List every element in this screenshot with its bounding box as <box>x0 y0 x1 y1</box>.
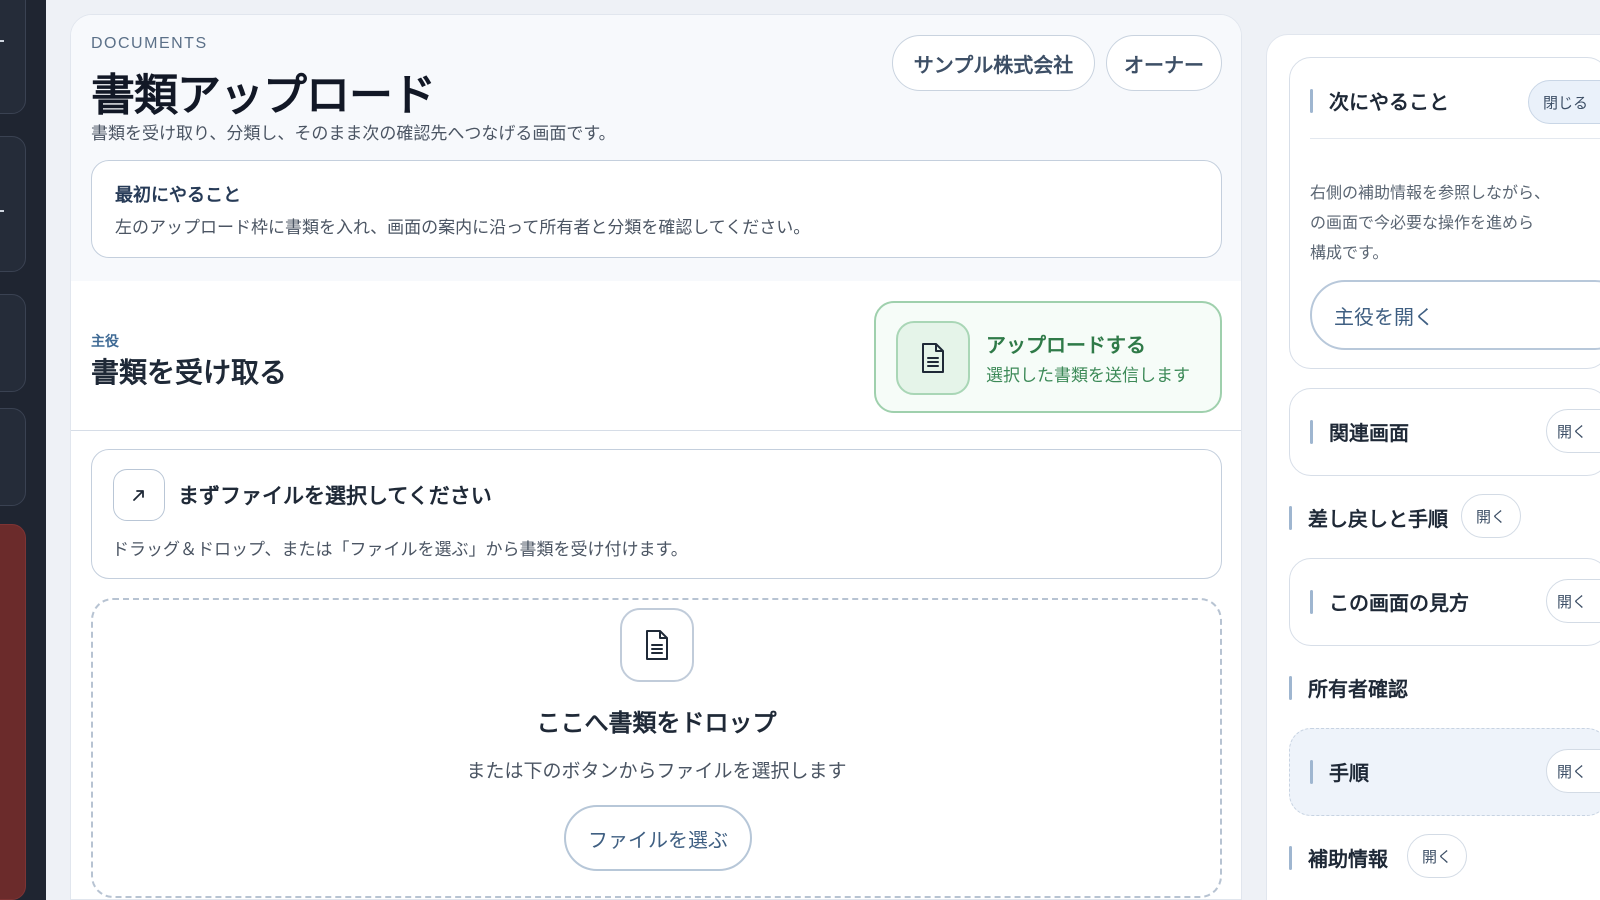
related-screens-card[interactable]: 関連画面 開く <box>1289 388 1600 476</box>
owner-check-title: 所有者確認 <box>1289 673 1408 702</box>
next-steps-divider <box>1310 138 1600 139</box>
next-steps-card: 次にやること 閉じる 右側の補助情報を参照しながら、 の画面で今必要な操作を進め… <box>1289 57 1600 369</box>
next-steps-title: 次にやること <box>1310 86 1449 115</box>
page-eyebrow: DOCUMENTS <box>91 35 208 52</box>
document-icon <box>896 321 970 395</box>
aux-info-toggle[interactable]: 開く <box>1407 834 1467 878</box>
arrow-up-right-icon <box>113 469 165 521</box>
rail-item[interactable] <box>0 294 26 392</box>
next-steps-close-button[interactable]: 閉じる <box>1528 80 1600 124</box>
page-title: 書類アップロード <box>91 70 436 121</box>
section-title: 書類を受け取る <box>91 356 288 389</box>
remand-procedure-toggle[interactable]: 開く <box>1461 494 1521 538</box>
section-role-label: 主役 <box>91 334 119 350</box>
select-file-notice: まずファイルを選択してください ドラッグ＆ドロップ、または「ファイルを選ぶ」から… <box>91 449 1222 579</box>
rail-marker <box>0 210 4 212</box>
steps-card[interactable]: 手順 開く <box>1289 728 1600 816</box>
upload-button-title: アップロードする <box>986 333 1146 357</box>
document-icon <box>620 608 694 682</box>
steps-title: 手順 <box>1310 757 1369 786</box>
open-main-button[interactable]: 主役を開く <box>1310 280 1600 350</box>
side-panel: 次にやること 閉じる 右側の補助情報を参照しながら、 の画面で今必要な操作を進め… <box>1266 34 1600 900</box>
page-description: 書類を受け取り、分類し、そのまま次の確認先へつなげる画面です。 <box>91 124 616 144</box>
related-screens-title: 関連画面 <box>1310 417 1409 446</box>
how-to-view-card[interactable]: この画面の見方 開く <box>1289 558 1600 646</box>
steps-toggle[interactable]: 開く <box>1546 749 1600 793</box>
left-rail <box>0 0 46 900</box>
first-step-notice: 最初にやること 左のアップロード枠に書類を入れ、画面の案内に沿って所有者と分類を… <box>91 160 1222 258</box>
rail-item[interactable] <box>0 136 26 272</box>
rail-item[interactable] <box>0 408 26 506</box>
dropzone-subtitle: または下のボタンからファイルを選択します <box>466 760 847 782</box>
company-pill[interactable]: サンプル株式会社 <box>892 35 1095 91</box>
role-pill[interactable]: オーナー <box>1106 35 1222 91</box>
remand-procedure-title: 差し戻しと手順 <box>1289 503 1448 532</box>
dropzone-title: ここへ書類をドロップ <box>536 709 777 737</box>
rail-marker <box>0 40 4 42</box>
file-dropzone[interactable]: ここへ書類をドロップ または下のボタンからファイルを選択します ファイルを選ぶ <box>91 598 1222 898</box>
how-to-view-toggle[interactable]: 開く <box>1546 579 1600 623</box>
rail-item-active[interactable] <box>0 524 26 900</box>
page-header: DOCUMENTS 書類アップロード 書類を受け取り、分類し、そのまま次の確認先… <box>71 15 1241 281</box>
how-to-view-title: この画面の見方 <box>1310 587 1469 616</box>
select-file-title: まずファイルを選択してください <box>178 484 492 508</box>
first-step-description: 左のアップロード枠に書類を入れ、画面の案内に沿って所有者と分類を確認してください… <box>115 218 811 238</box>
section-header: 主役 書類を受け取る アップロードする 選択した書類を送信します <box>71 281 1241 431</box>
select-file-description: ドラッグ＆ドロップ、または「ファイルを選ぶ」から書類を受け付けます。 <box>112 540 688 560</box>
rail-item[interactable] <box>0 0 26 114</box>
first-step-title: 最初にやること <box>115 185 241 206</box>
next-steps-description: 右側の補助情報を参照しながら、 の画面で今必要な操作を進めら 構成です。 <box>1310 183 1551 262</box>
related-screens-toggle[interactable]: 開く <box>1546 409 1600 453</box>
main-panel: DOCUMENTS 書類アップロード 書類を受け取り、分類し、そのまま次の確認先… <box>70 14 1242 900</box>
upload-button[interactable]: アップロードする 選択した書類を送信します <box>874 301 1222 413</box>
upload-button-subtitle: 選択した書類を送信します <box>986 366 1190 386</box>
aux-info-title: 補助情報 <box>1289 843 1388 872</box>
choose-file-button[interactable]: ファイルを選ぶ <box>564 805 752 871</box>
